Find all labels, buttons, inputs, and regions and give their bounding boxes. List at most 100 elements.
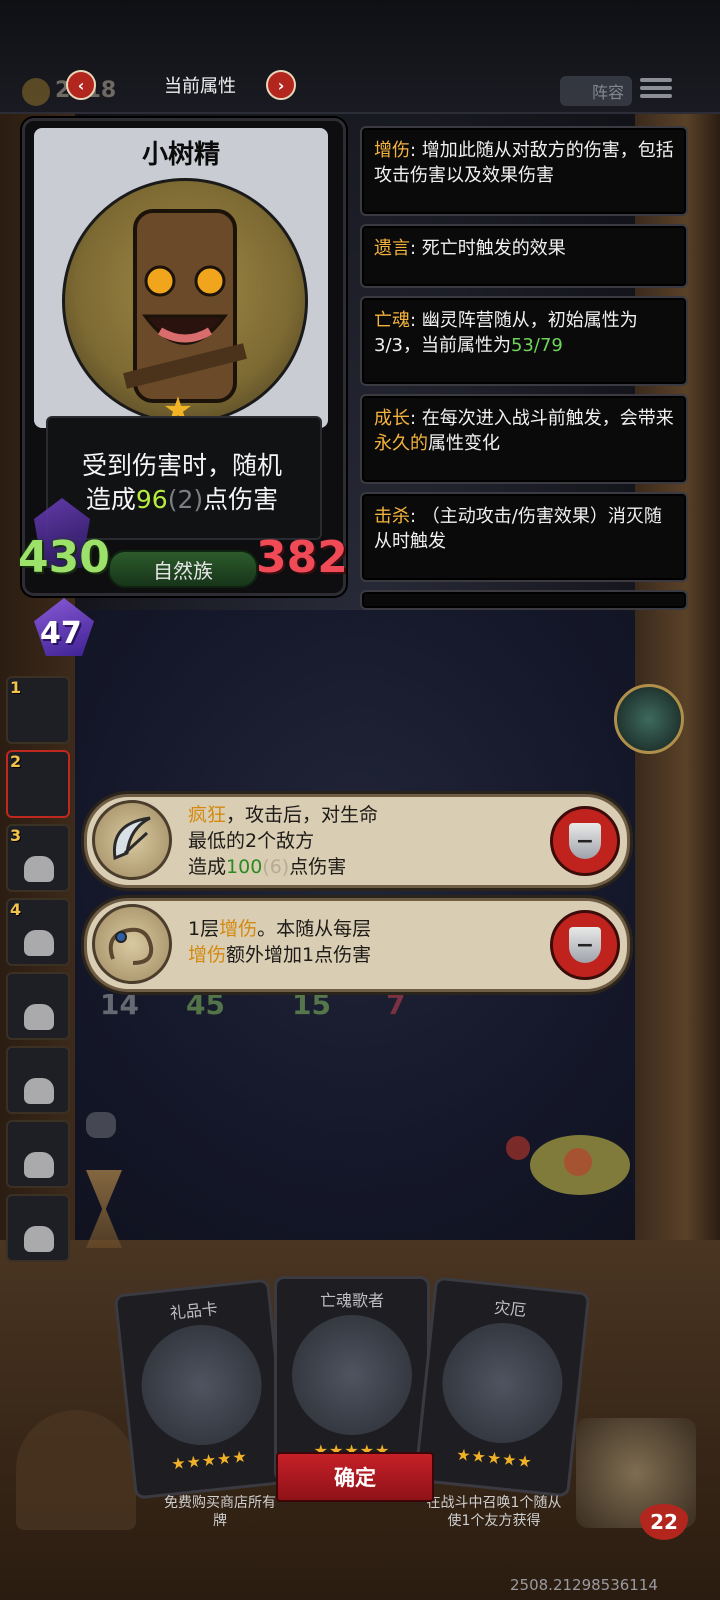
skull-icon <box>24 930 54 956</box>
keyword-text: : 增加此随从对敌方的伤害，包括攻击伤害以及效果伤害 <box>374 140 674 186</box>
chat-icon[interactable] <box>86 1112 116 1138</box>
minion-slot[interactable]: 4 <box>6 898 70 966</box>
skill-description: 1层增伤。本随从每层 增伤额外增加1点伤害 <box>188 916 371 968</box>
buff-value: 47 <box>40 616 82 651</box>
minion-slot[interactable]: 1 <box>6 676 70 744</box>
skill-description: 疯狂，攻击后，对生命 最低的2个敌方 造成100(6)点伤害 <box>188 802 378 880</box>
exit-door[interactable] <box>16 1410 136 1530</box>
remove-skill-button[interactable]: − <box>550 910 620 980</box>
card-name: 小树精 <box>141 140 220 170</box>
minion-slot[interactable] <box>6 972 70 1040</box>
desc-text: 点伤害 <box>203 485 279 514</box>
skill-text: 1层 <box>188 918 220 940</box>
keyword-highlight: 永久的 <box>374 433 428 454</box>
keyword-name: 增伤 <box>374 140 410 161</box>
keyword-panel: 增伤: 增加此随从对敌方的伤害，包括攻击伤害以及效果伤害 <box>360 126 688 216</box>
keyword-panel: 遗言: 死亡时触发的效果 <box>360 224 688 288</box>
skill-line: 最低的2个敌方 <box>188 830 315 852</box>
page-title: 当前属性 <box>164 76 236 97</box>
keyword-text: : 幽灵阵营随从，初始属性为3/3，当前属性为 <box>374 310 638 356</box>
skill-line: 疯狂，攻击后，对生命 <box>188 802 378 828</box>
attack-value: 430 <box>18 532 110 583</box>
shop-card[interactable]: 灾厄 ★★★★★ <box>413 1276 591 1498</box>
card-text: 免费购买商店所有牌 <box>164 1495 276 1529</box>
skill-text: 。本随从每层 <box>257 918 372 940</box>
minion-slot[interactable]: 2 <box>6 750 70 818</box>
keyword-panel: 击杀: （主动攻击/伤害效果）消灭随从时触发 <box>360 492 688 582</box>
skill-text: 点伤害 <box>289 856 347 878</box>
skill-value-extra: (6) <box>262 856 290 878</box>
shield-minus-icon: − <box>569 823 601 859</box>
slot-number: 2 <box>10 752 22 771</box>
keyword-panel-partial <box>360 590 688 610</box>
skull-icon <box>24 1152 54 1178</box>
slot-number: 3 <box>10 826 22 845</box>
keyword-text: 属性变化 <box>428 433 500 454</box>
keyword-name: 遗言 <box>374 238 410 259</box>
slot-number: 1 <box>10 678 22 697</box>
keyword-text: : 在每次进入战斗前触发，会带来 <box>410 408 674 429</box>
keyword-text: : 死亡时触发的效果 <box>410 238 566 259</box>
minion-portrait <box>62 178 308 424</box>
gift-card-icon <box>135 1319 268 1451</box>
scythe-icon <box>92 800 172 880</box>
board-health-stat: 7 <box>386 988 406 1021</box>
ghost-singer-icon <box>292 1315 412 1435</box>
desc-damage-value: 96 <box>135 485 168 514</box>
blimp-decoration <box>506 1135 630 1195</box>
skill-text: 额外增加1点伤害 <box>226 944 372 966</box>
prev-arrow-button[interactable]: ‹ <box>66 70 96 100</box>
card-description-line: 造成96(2)点伤害 <box>46 480 318 516</box>
star-rating-icon: ★★★★★ <box>170 1446 249 1474</box>
coin-icon <box>22 78 50 106</box>
minion-slot[interactable]: 3 <box>6 824 70 892</box>
skill-line: 增伤额外增加1点伤害 <box>188 942 371 968</box>
confirm-button[interactable]: 确定 <box>276 1452 434 1502</box>
rope-icon <box>92 904 172 984</box>
keyword-name: 击杀 <box>374 506 410 527</box>
skill-keyword: 增伤 <box>219 918 258 940</box>
keyword-name: 成长 <box>374 408 410 429</box>
next-arrow-button[interactable]: › <box>266 70 296 100</box>
hero-power-orb[interactable] <box>614 684 684 754</box>
board-attack-stat: 15 <box>292 988 331 1021</box>
desc-text: 造成 <box>85 485 136 514</box>
pumpkin-icon <box>436 1317 569 1449</box>
skill-text: 造成 <box>188 856 227 878</box>
card-title: 灾厄 <box>493 1297 528 1321</box>
minion-slot[interactable] <box>6 1120 70 1188</box>
card-title: 礼品卡 <box>168 1298 219 1323</box>
treant-icon <box>123 209 247 403</box>
keyword-text: : （主动攻击/伤害效果）消灭随从时触发 <box>374 506 662 552</box>
card-text: 在战斗中召唤1个随从使1个友方获得 <box>426 1495 562 1529</box>
keyword-name: 亡魂 <box>374 310 410 331</box>
minion-slot[interactable] <box>6 1046 70 1114</box>
skill-line: 1层增伤。本随从每层 <box>188 916 371 942</box>
health-value: 382 <box>256 532 348 583</box>
minion-slot[interactable] <box>6 1194 70 1262</box>
card-title: 亡魂歌者 <box>319 1291 384 1310</box>
remove-skill-button[interactable]: − <box>550 806 620 876</box>
skill-keyword: 疯狂 <box>188 804 227 826</box>
tribe-badge: 自然族 <box>108 550 258 588</box>
shop-card[interactable]: 礼品卡 ★★★★★ <box>113 1278 291 1500</box>
skill-text: ，攻击后，对生命 <box>226 804 379 826</box>
version-text: 2508.21298536114 <box>510 1576 658 1594</box>
menu-icon[interactable] <box>640 74 672 104</box>
board-attack-stat: 14 <box>100 988 139 1021</box>
skull-icon <box>24 1078 54 1104</box>
skill-value: 100 <box>226 856 263 878</box>
desc-damage-extra: (2) <box>167 485 204 514</box>
skull-icon <box>24 1226 54 1252</box>
skill-keyword: 增伤 <box>188 944 227 966</box>
skill-line: 造成100(6)点伤害 <box>188 854 378 880</box>
shield-minus-icon: − <box>569 927 601 963</box>
keyword-value: 53/79 <box>510 335 563 356</box>
keyword-panel: 成长: 在每次进入战斗前触发，会带来永久的属性变化 <box>360 394 688 484</box>
lineup-button[interactable]: 阵容 <box>560 76 632 106</box>
skull-icon <box>24 1004 54 1030</box>
skull-icon <box>24 856 54 882</box>
keyword-panel: 亡魂: 幽灵阵营随从，初始属性为3/3，当前属性为53/79 <box>360 296 688 386</box>
card-description-line: 受到伤害时，随机 <box>81 451 282 480</box>
star-rating-icon: ★★★★★ <box>455 1444 534 1472</box>
